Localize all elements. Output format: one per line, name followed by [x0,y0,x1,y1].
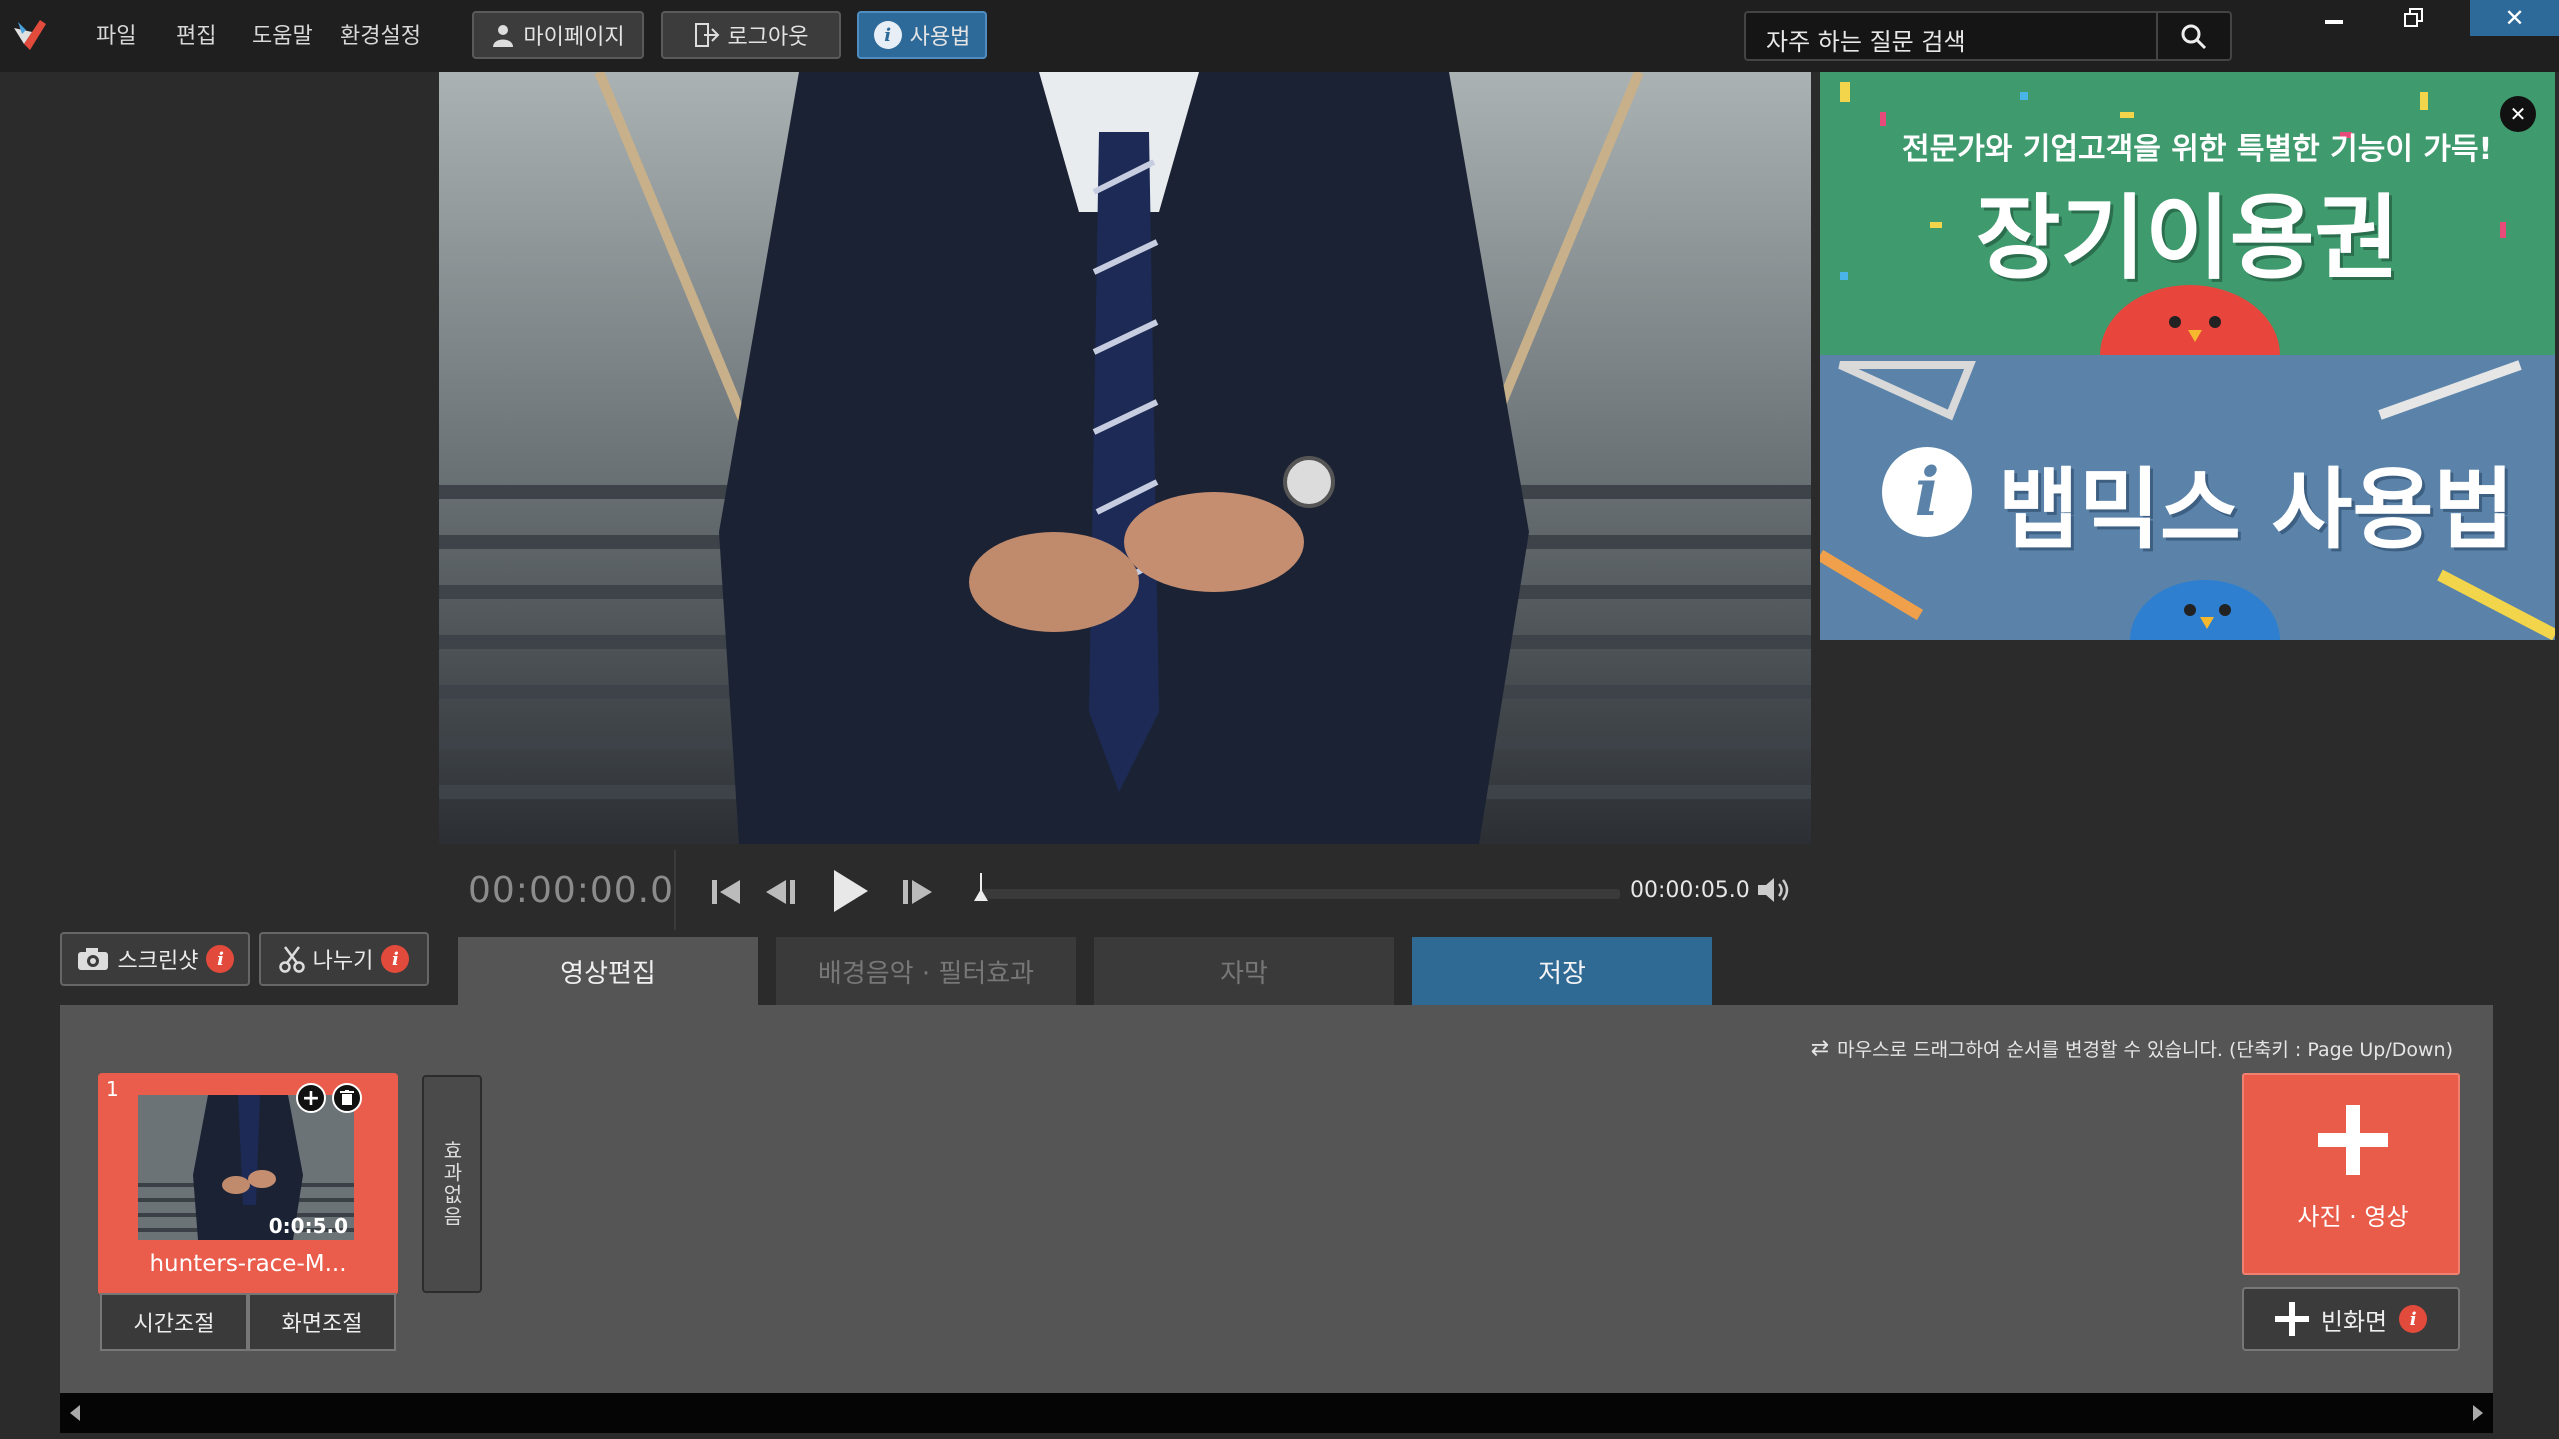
reorder-hint-text: 마우스로 드래그하여 순서를 변경할 수 있습니다. (단축키 : Page U… [1837,1039,2453,1061]
prev-frame-icon [766,880,795,904]
video-preview[interactable] [439,72,1811,844]
tab-subtitle[interactable]: 자막 [1094,937,1394,1005]
screenshot-button[interactable]: 스크린샷 i [60,932,250,986]
reorder-hint: ⇄ 마우스로 드래그하여 순서를 변경할 수 있습니다. (단축키 : Page… [1811,1035,2453,1062]
volume-button[interactable] [1756,874,1794,906]
tab-bgm-filter[interactable]: 배경음악 · 필터효과 [776,937,1076,1005]
time-adjust-button[interactable]: 시간조절 [100,1293,248,1351]
faq-search-input[interactable]: 자주 하는 질문 검색 [1744,11,2232,61]
edit-panel: ⇄ 마우스로 드래그하여 순서를 변경할 수 있습니다. (단축키 : Page… [60,1005,2493,1393]
swap-icon: ⇄ [1810,1036,1830,1061]
clip-add-button[interactable]: + [296,1083,326,1113]
ad-subtitle: 전문가와 기업고객을 위한 특별한 기능이 가득! [1902,132,2493,167]
blank-info-icon[interactable]: i [2399,1305,2428,1333]
howto-label: 사용법 [909,25,971,50]
app-logo-icon [10,14,50,54]
split-button[interactable]: 나누기 i [259,932,429,986]
mypage-label: 마이페이지 [523,25,625,50]
add-blank-screen-button[interactable]: 빈화면 i [2242,1287,2460,1351]
minimize-button[interactable] [2294,0,2374,36]
plus-icon: + [301,1085,321,1111]
search-icon [2181,24,2207,50]
user-icon [493,25,514,47]
video-frame-image [439,72,1811,844]
ad-banner-howto[interactable]: i 뱁믹스 사용법 [1820,355,2555,640]
end-timecode: 00:00:05.0 [1630,878,1750,903]
faq-search-text: 자주 하는 질문 검색 [1766,28,1966,56]
info-icon: i [873,21,902,49]
close-icon: ✕ [2509,102,2527,126]
screenshot-info-icon[interactable]: i [206,945,235,973]
scroll-right-arrow[interactable] [2473,1405,2483,1421]
control-divider [674,850,676,930]
transition-effect-slot[interactable]: 효과없음 [422,1075,482,1293]
screen-adjust-button[interactable]: 화면조절 [248,1293,396,1351]
add-media-label: 사진 · 영상 [2297,1203,2409,1231]
current-timecode: 00:00:00.0 [468,870,675,911]
menu-edit[interactable]: 편집 [176,18,216,50]
next-frame-icon [903,880,932,904]
scissors-icon [278,946,305,973]
logout-label: 로그아웃 [727,25,809,50]
howto-button[interactable]: i 사용법 [857,11,987,59]
volume-icon [1758,878,1789,902]
playhead-marker[interactable] [974,873,988,901]
trash-icon [340,1090,354,1105]
screenshot-label: 스크린샷 [117,949,199,974]
title-bar: 파일 편집 도움말 환경설정 마이페이지 로그아웃 i 사용법 자주 하는 질문… [0,0,2559,72]
plus-icon [2274,1302,2309,1336]
restore-button[interactable] [2374,0,2454,36]
plus-icon [2318,1105,2388,1175]
camera-icon [77,948,108,970]
tab-save[interactable]: 저장 [1412,937,1712,1005]
info-icon: i [1882,447,1972,537]
restore-icon [2404,8,2423,27]
mypage-button[interactable]: 마이페이지 [472,11,644,59]
ad-close-button[interactable]: ✕ [2500,96,2536,132]
scroll-left-arrow[interactable] [70,1405,80,1421]
play-button[interactable] [828,866,872,916]
search-button[interactable] [2156,13,2230,59]
prev-frame-button[interactable] [762,874,798,910]
minimize-icon [2325,20,2343,24]
play-icon [834,870,868,912]
next-frame-button[interactable] [900,874,936,910]
clip-index: 1 [106,1077,119,1101]
close-icon: ✕ [2504,4,2525,32]
skip-to-start-button[interactable] [708,874,744,910]
clip-thumbnail: 0:0:5.0 [138,1095,354,1240]
menu-settings[interactable]: 환경설정 [340,18,421,50]
split-info-icon[interactable]: i [381,945,410,973]
add-blank-label: 빈화면 [2320,1307,2388,1336]
timeline-progress-bar[interactable] [974,873,1620,901]
split-label: 나누기 [312,949,374,974]
timeline-scrollbar[interactable] [60,1393,2493,1433]
timeline-clip[interactable]: 1 0:0:5.0 + hunters-race-M... [98,1073,398,1295]
logout-icon [694,23,719,47]
clip-filename: hunters-race-M... [149,1251,347,1277]
close-button[interactable]: ✕ [2470,0,2559,36]
logout-button[interactable]: 로그아웃 [661,11,841,59]
ad-title: 장기이용권 [1975,185,2400,292]
skip-start-icon [712,880,740,904]
menu-file[interactable]: 파일 [96,18,136,50]
clip-delete-button[interactable] [332,1083,362,1113]
ad-guide-title: 뱁믹스 사용법 [1998,458,2515,561]
add-photo-video-button[interactable]: 사진 · 영상 [2242,1073,2460,1275]
tab-video-edit[interactable]: 영상편집 [458,937,758,1005]
menu-help[interactable]: 도움말 [252,18,313,50]
ad-banner-long-term[interactable]: ✕ 전문가와 기업고객을 위한 특별한 기능이 가득! 장기이용권 [1820,72,2555,355]
clip-duration: 0:0:5.0 [268,1214,348,1238]
